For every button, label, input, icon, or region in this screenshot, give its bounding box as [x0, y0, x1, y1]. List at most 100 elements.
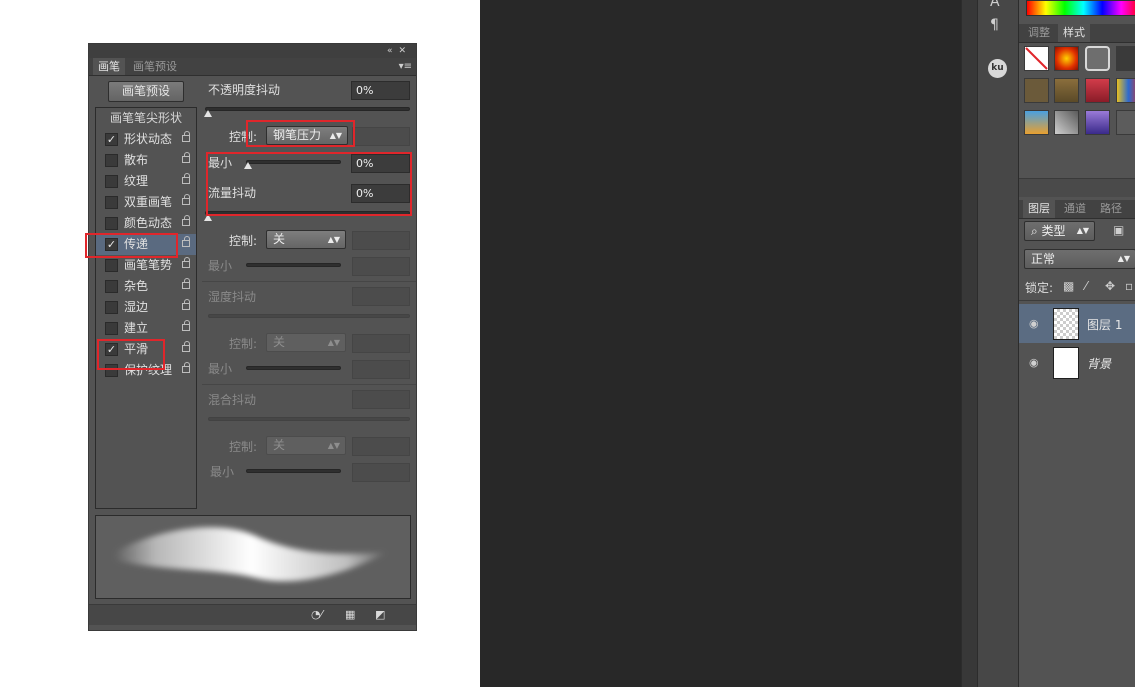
- lock-paint-icon[interactable]: ⁄: [1085, 279, 1087, 293]
- toggle-bristle-preview-icon[interactable]: ◔⁄: [311, 608, 322, 621]
- style-swatch[interactable]: [1024, 78, 1049, 103]
- tab-adjustments[interactable]: 调整: [1023, 24, 1055, 42]
- brush-option-item[interactable]: 散布: [96, 150, 196, 171]
- flow-min-slider[interactable]: [246, 263, 341, 267]
- brush-option-item[interactable]: 纹理: [96, 171, 196, 192]
- image-filter-icon[interactable]: ▣: [1113, 223, 1124, 237]
- highlight-smoothing-item: [97, 339, 165, 370]
- right-panels: 调整 样式 图层 通道 路径 ⌕ 类型 ▲▼ ▣ 正常 ▲▼ 锁定: ▩ ⁄ ✥…: [1018, 0, 1135, 687]
- style-swatch[interactable]: [1054, 78, 1079, 103]
- style-swatch[interactable]: [1054, 46, 1079, 71]
- lock-icon[interactable]: [182, 257, 190, 268]
- wetness-control-value: 关: [273, 335, 286, 349]
- layer-filter-select[interactable]: ⌕ 类型 ▲▼: [1024, 221, 1095, 241]
- lock-transparent-icon[interactable]: ▩: [1063, 279, 1074, 293]
- mix-jitter-field: [352, 390, 410, 409]
- lock-icon[interactable]: [182, 131, 190, 142]
- open-preset-manager-icon[interactable]: ▦: [345, 608, 355, 621]
- tab-brush[interactable]: 画笔: [93, 58, 125, 75]
- tab-paths[interactable]: 路径: [1095, 200, 1127, 218]
- layer-name[interactable]: 背景: [1087, 355, 1111, 372]
- create-new-brush-icon[interactable]: ◩: [375, 608, 385, 621]
- brush-option-item[interactable]: ✓ 形状动态: [96, 129, 196, 150]
- brush-tip-shape-header[interactable]: 画笔笔尖形状: [96, 108, 196, 128]
- option-checkbox[interactable]: [105, 301, 118, 314]
- brush-option-item[interactable]: 双重画笔: [96, 192, 196, 213]
- lock-icon[interactable]: [182, 215, 190, 226]
- filter-type-value: 类型: [1041, 224, 1066, 238]
- option-checkbox[interactable]: [105, 259, 118, 272]
- paragraph-icon[interactable]: ¶: [990, 17, 999, 33]
- ku-icon[interactable]: ku: [988, 59, 1007, 78]
- option-checkbox[interactable]: [105, 280, 118, 293]
- visibility-eye-icon[interactable]: ◉: [1029, 317, 1039, 330]
- panel-bottom-bar: ◔⁄ ▦ ◩: [89, 604, 416, 625]
- panel-strip-scrollbar[interactable]: [961, 0, 977, 687]
- tab-layers[interactable]: 图层: [1023, 200, 1055, 218]
- lock-icon[interactable]: [182, 278, 190, 289]
- layer-row[interactable]: ◉ 图层 1: [1019, 304, 1135, 343]
- lock-icon[interactable]: [182, 194, 190, 205]
- brush-option-item[interactable]: 杂色: [96, 276, 196, 297]
- highlight-transfer-item: [85, 233, 178, 258]
- wetness-control-spare-field: [352, 334, 410, 353]
- collapse-close-icons[interactable]: «✕: [387, 44, 412, 58]
- mix-min-label: 最小: [210, 465, 235, 479]
- option-label: 散布: [124, 153, 149, 167]
- lock-icon[interactable]: [182, 299, 190, 310]
- style-swatch-none[interactable]: [1024, 46, 1049, 71]
- brush-stroke-icon: [114, 527, 388, 582]
- style-swatch[interactable]: [1116, 46, 1135, 71]
- wetness-control-select: 关 ▲▼: [266, 333, 346, 352]
- flow-min-field: [352, 257, 410, 276]
- style-swatch[interactable]: [1054, 110, 1079, 135]
- character-icon[interactable]: A: [990, 0, 1000, 10]
- style-swatch[interactable]: [1085, 46, 1110, 71]
- brush-option-item[interactable]: 颜色动态: [96, 213, 196, 234]
- brush-option-item[interactable]: 建立: [96, 318, 196, 339]
- brush-presets-button[interactable]: 画笔预设: [108, 81, 184, 102]
- visibility-eye-icon[interactable]: ◉: [1029, 356, 1039, 369]
- document-canvas-area[interactable]: [480, 0, 961, 687]
- brush-option-item[interactable]: 画笔笔势: [96, 255, 196, 276]
- panel-title-strip: «✕: [89, 44, 416, 58]
- option-checkbox[interactable]: [105, 217, 118, 230]
- option-checkbox[interactable]: [105, 322, 118, 335]
- flow-control-select[interactable]: 关 ▲▼: [266, 230, 346, 249]
- option-checkbox[interactable]: [105, 196, 118, 209]
- lock-icon[interactable]: [182, 173, 190, 184]
- style-swatch[interactable]: [1085, 110, 1110, 135]
- layer-row[interactable]: ◉ 背景: [1019, 343, 1135, 382]
- option-label: 颜色动态: [124, 216, 173, 230]
- lock-icon[interactable]: [182, 320, 190, 331]
- option-checkbox[interactable]: [105, 175, 118, 188]
- blend-mode-select[interactable]: 正常 ▲▼: [1024, 249, 1135, 269]
- highlight-min-flow: [206, 152, 412, 216]
- option-label: 画笔笔势: [124, 258, 173, 272]
- brush-option-item[interactable]: 湿边: [96, 297, 196, 318]
- layer-thumbnail: [1053, 308, 1079, 340]
- style-swatch[interactable]: [1024, 110, 1049, 135]
- tab-brush-presets[interactable]: 画笔预设: [128, 58, 182, 75]
- opacity-jitter-field[interactable]: 0%: [351, 81, 410, 100]
- lock-icon[interactable]: [182, 341, 190, 352]
- color-spectrum[interactable]: [1026, 0, 1135, 16]
- style-swatch[interactable]: [1085, 78, 1110, 103]
- select-arrows-icon: ▲▼: [1076, 226, 1089, 235]
- tab-styles[interactable]: 样式: [1058, 24, 1090, 42]
- lock-position-icon[interactable]: ✥: [1105, 279, 1115, 293]
- lock-icon[interactable]: [182, 152, 190, 163]
- tab-channels[interactable]: 通道: [1059, 200, 1091, 218]
- layer-name[interactable]: 图层 1: [1087, 316, 1122, 333]
- slider-thumb-icon[interactable]: [204, 110, 212, 117]
- lock-icon[interactable]: [182, 362, 190, 373]
- opacity-jitter-slider[interactable]: [205, 107, 410, 111]
- style-swatch[interactable]: [1116, 78, 1135, 103]
- lock-all-icon[interactable]: ▫: [1125, 279, 1133, 293]
- option-checkbox[interactable]: ✓: [105, 133, 118, 146]
- wetness-jitter-label: 湿度抖动: [208, 290, 257, 304]
- lock-icon[interactable]: [182, 236, 190, 247]
- style-swatch[interactable]: [1116, 110, 1135, 135]
- option-checkbox[interactable]: [105, 154, 118, 167]
- panel-menu-icon[interactable]: ▾≡: [399, 58, 412, 75]
